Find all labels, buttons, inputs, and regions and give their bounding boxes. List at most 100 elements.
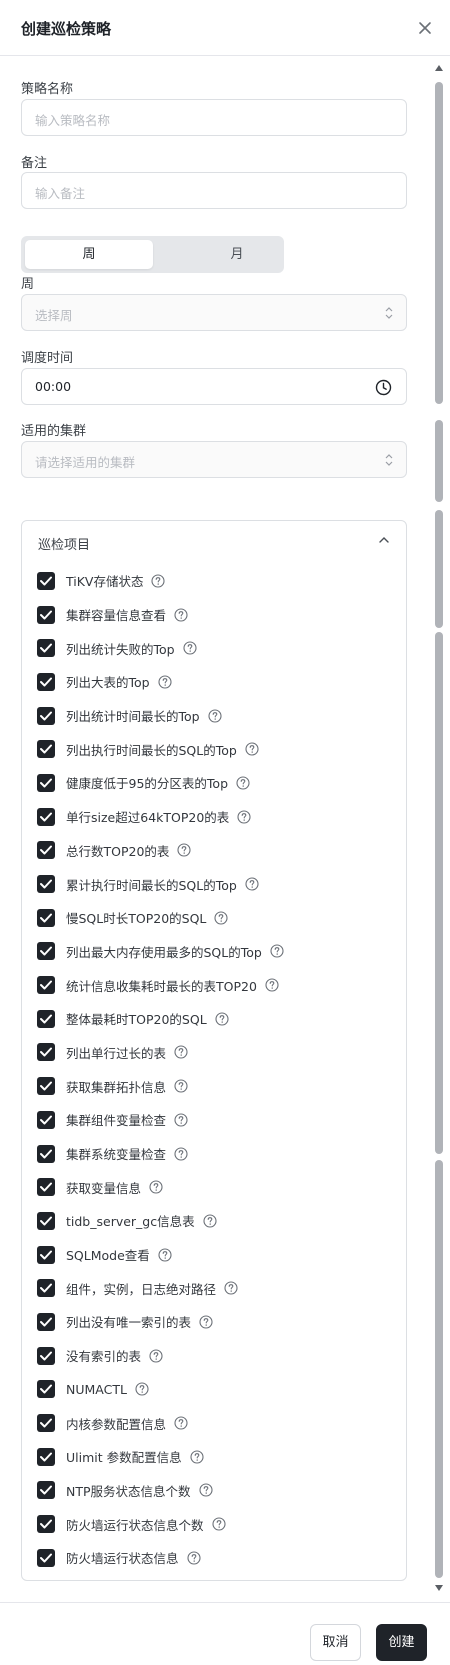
checkbox[interactable] <box>37 1548 55 1567</box>
question-circle-icon[interactable] <box>186 1551 201 1565</box>
question-circle-icon[interactable] <box>211 1517 226 1531</box>
check-icon <box>40 677 52 687</box>
scrollbar-thumb[interactable] <box>435 632 443 1154</box>
question-circle-icon[interactable] <box>190 1450 204 1464</box>
question-circle-icon[interactable] <box>174 1045 188 1060</box>
checkbox[interactable] <box>37 706 55 725</box>
time-picker[interactable]: 00:00 <box>21 368 407 405</box>
checkbox[interactable] <box>37 1077 55 1096</box>
check-icon <box>40 1250 52 1260</box>
tab-month[interactable]: 月 <box>173 240 301 269</box>
checkbox[interactable] <box>37 571 55 590</box>
question-circle-icon[interactable] <box>174 1416 188 1430</box>
question-circle-icon[interactable] <box>245 877 259 891</box>
weekday-select[interactable]: 选择周 <box>21 294 407 331</box>
checkbox[interactable] <box>37 1447 55 1466</box>
checkbox[interactable] <box>37 841 55 860</box>
weekday-placeholder: 选择周 <box>35 308 73 323</box>
scrollbar-thumb[interactable] <box>435 510 443 628</box>
question-circle-icon[interactable] <box>149 1180 163 1194</box>
checkbox[interactable] <box>37 1346 55 1365</box>
checkbox[interactable] <box>37 942 55 961</box>
checkbox[interactable] <box>37 1414 55 1433</box>
cluster-select[interactable]: 请选择适用的集群 <box>21 441 407 478</box>
question-circle-icon[interactable] <box>183 641 197 655</box>
checkbox[interactable] <box>37 1043 55 1062</box>
question-circle-icon[interactable] <box>174 1146 188 1161</box>
question-circle-icon[interactable] <box>158 1248 172 1262</box>
question-circle-icon[interactable] <box>270 944 284 958</box>
close-icon[interactable] <box>414 17 436 39</box>
checkbox[interactable] <box>37 1110 55 1129</box>
checkbox[interactable] <box>37 1144 55 1163</box>
item-label: 列出统计失败的Top <box>66 641 175 657</box>
checkbox[interactable] <box>37 807 55 826</box>
scrollbar[interactable] <box>432 62 446 1602</box>
checkbox[interactable] <box>37 1279 55 1298</box>
list-item: 列出执行时间最长的SQL的Top <box>37 732 397 766</box>
create-button[interactable]: 创建 <box>376 1624 427 1661</box>
question-circle-icon[interactable] <box>208 709 222 723</box>
scrollbar-thumb[interactable] <box>435 1160 443 1578</box>
question-circle-icon[interactable] <box>177 843 191 857</box>
item-label: 集群系统变量检查 <box>66 1147 167 1163</box>
question-circle-icon[interactable] <box>224 1281 238 1295</box>
question-circle-icon[interactable] <box>135 1382 149 1396</box>
checkbox[interactable] <box>37 908 55 927</box>
remark-input[interactable]: 输入备注 <box>21 172 407 209</box>
checkbox[interactable] <box>37 672 55 691</box>
checkbox[interactable] <box>37 605 55 624</box>
cluster-placeholder: 请选择适用的集群 <box>35 455 136 470</box>
check-icon <box>40 576 52 586</box>
name-input[interactable]: 输入策略名称 <box>21 99 407 136</box>
checkbox[interactable] <box>37 1312 55 1331</box>
question-circle-icon[interactable] <box>198 1483 213 1497</box>
inspection-items-panel: 巡检项目 TiKV存储状态 集群容量信息查看 列出统计失败的Top 列出大表的Top 列… <box>21 520 407 1581</box>
question-circle-icon[interactable] <box>149 1349 163 1363</box>
scroll-down-icon[interactable] <box>434 1584 444 1592</box>
checkbox[interactable] <box>37 1245 55 1264</box>
question-circle-icon[interactable] <box>214 911 228 925</box>
question-circle-icon[interactable] <box>199 1315 213 1329</box>
item-label: 列出执行时间最长的SQL的Top <box>66 742 237 758</box>
question-circle-icon[interactable] <box>174 1113 188 1127</box>
tab-week[interactable]: 周 <box>25 240 153 269</box>
scroll-up-icon[interactable] <box>434 64 444 72</box>
item-label: 列出最大内存使用最多的SQL的Top <box>66 944 262 960</box>
list-item: Ulimit 参数配置信息 <box>37 1440 397 1474</box>
scrollbar-thumb[interactable] <box>435 82 443 404</box>
checkbox[interactable] <box>37 1481 55 1500</box>
list-item: 列出统计时间最长的Top <box>37 699 397 733</box>
list-item: tidb_server_gc信息表 <box>37 1204 397 1238</box>
list-item: TiKV存储状态 <box>37 564 397 598</box>
list-item: 获取变量信息 <box>37 1170 397 1204</box>
item-label: 内核参数配置信息 <box>66 1416 167 1432</box>
checkbox[interactable] <box>37 875 55 894</box>
question-circle-icon[interactable] <box>215 1012 229 1026</box>
checkbox[interactable] <box>37 1211 55 1230</box>
checkbox[interactable] <box>37 1515 55 1534</box>
question-circle-icon[interactable] <box>265 978 279 992</box>
checkbox[interactable] <box>37 1178 55 1197</box>
list-item: NUMACTL <box>37 1373 397 1407</box>
cancel-button[interactable]: 取消 <box>310 1624 361 1661</box>
list-item: 列出统计失败的Top <box>37 631 397 665</box>
checkbox[interactable] <box>37 976 55 995</box>
name-placeholder: 输入策略名称 <box>35 113 111 128</box>
question-circle-icon[interactable] <box>174 1079 188 1093</box>
question-circle-icon[interactable] <box>245 742 259 756</box>
chevron-up-icon[interactable] <box>378 536 390 544</box>
question-circle-icon[interactable] <box>237 810 251 824</box>
checkbox[interactable] <box>37 740 55 759</box>
question-circle-icon[interactable] <box>158 675 172 689</box>
checkbox[interactable] <box>37 1380 55 1399</box>
question-circle-icon[interactable] <box>174 607 188 622</box>
question-circle-icon[interactable] <box>236 776 250 790</box>
question-circle-icon[interactable] <box>203 1214 217 1228</box>
checkbox[interactable] <box>37 639 55 658</box>
checkbox[interactable] <box>37 1009 55 1028</box>
checkbox[interactable] <box>37 773 55 792</box>
scrollbar-thumb[interactable] <box>435 420 443 502</box>
check-icon <box>40 812 52 822</box>
question-circle-icon[interactable] <box>151 574 166 588</box>
